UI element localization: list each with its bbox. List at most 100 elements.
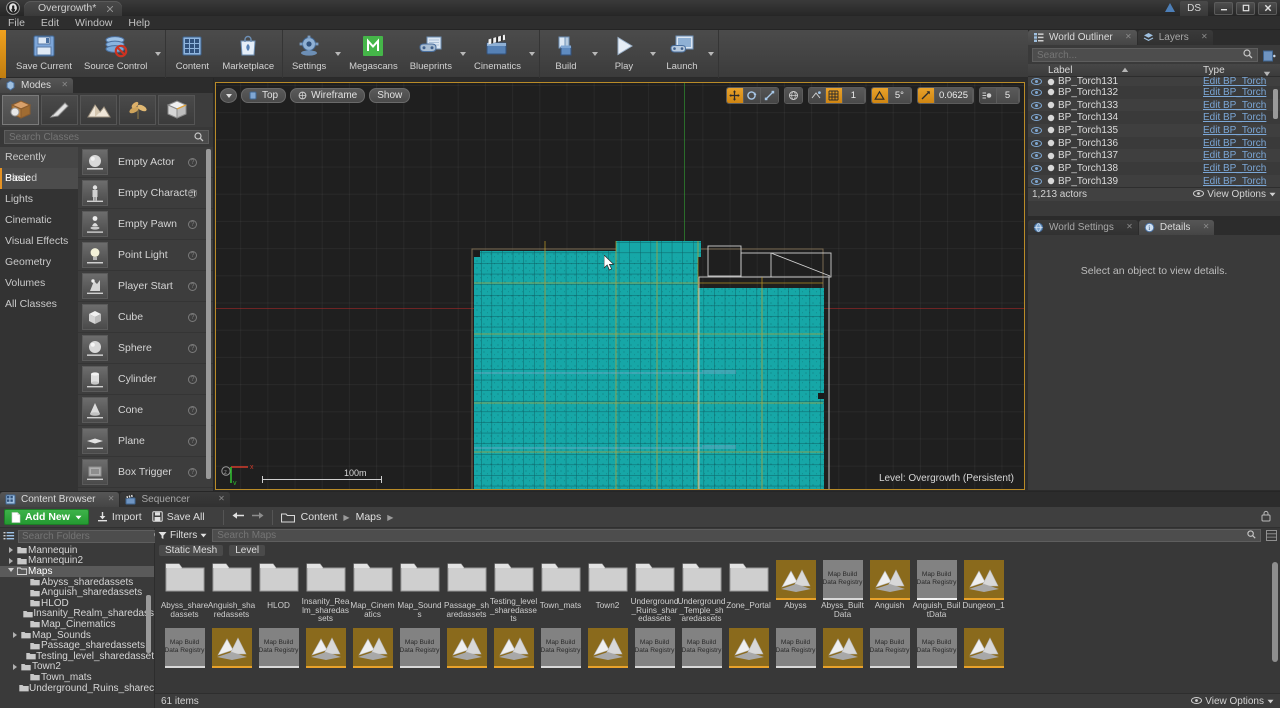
category-lights[interactable]: Lights (0, 189, 78, 210)
marketplace-button[interactable]: Marketplace (216, 30, 280, 78)
chevron-right-icon[interactable] (10, 632, 19, 639)
rotation-snap-value[interactable]: 5° (888, 88, 911, 103)
asset-item[interactable] (443, 628, 490, 668)
actor-type[interactable]: Edit BP_Torch (1203, 163, 1266, 174)
content-button[interactable]: Content (168, 30, 216, 78)
table-row[interactable]: BP_Torch136 Edit BP_Torch (1028, 136, 1280, 150)
asset-item[interactable]: Map Build Data Registry (161, 628, 208, 668)
outliner-add-button[interactable] (1263, 50, 1277, 63)
list-item[interactable]: Sphere ? (78, 333, 213, 364)
table-row[interactable]: BP_Torch137 Edit BP_Torch (1028, 149, 1280, 163)
navigate-forward-button[interactable] (251, 510, 264, 524)
asset-item[interactable]: Underground_Temple_sharedassets (678, 560, 725, 623)
visibility-eye-icon[interactable] (1028, 114, 1044, 122)
place-mode-button[interactable] (2, 95, 39, 125)
scale-snap-value[interactable]: 0.0625 (934, 88, 973, 103)
save-all-button[interactable]: Save All (151, 511, 205, 523)
source-control-button[interactable]: Source Control (78, 30, 153, 78)
menu-file[interactable]: File (0, 16, 33, 30)
menu-help[interactable]: Help (120, 16, 158, 30)
asset-item[interactable] (819, 628, 866, 668)
search-classes-input[interactable] (9, 131, 194, 143)
cinematics-button[interactable]: Cinematics (468, 30, 527, 78)
asset-item[interactable]: Map Build Data Registry Abyss_Built Data (819, 560, 866, 623)
outliner-scrollbar[interactable] (1273, 89, 1278, 119)
tree-node-maps[interactable]: Maps (0, 566, 154, 577)
list-item[interactable]: Cube ? (78, 302, 213, 333)
help-icon[interactable]: ? (188, 281, 197, 291)
visibility-eye-icon[interactable] (1028, 88, 1044, 96)
blueprints-button[interactable]: Blueprints (404, 30, 458, 78)
actor-type[interactable]: Edit BP_Torch (1203, 100, 1266, 111)
column-label[interactable]: Label (1028, 64, 1203, 76)
folder-search-input[interactable] (22, 531, 154, 542)
visibility-eye-icon[interactable] (1028, 78, 1044, 85)
actor-type[interactable]: Edit BP_Torch (1203, 138, 1266, 149)
asset-item[interactable]: Map Build Data Registry (631, 628, 678, 668)
build-dropdown-arrow[interactable] (590, 30, 600, 78)
tab-layers[interactable]: Layers ✕ (1137, 30, 1213, 45)
asset-grid-scrollbar[interactable] (1272, 562, 1278, 662)
chevron-right-icon[interactable] (6, 557, 15, 564)
paint-mode-button[interactable] (41, 95, 78, 125)
asset-item[interactable] (490, 628, 537, 668)
folder-tree-scrollbar[interactable] (146, 595, 151, 653)
list-item[interactable]: Empty Pawn ? (78, 209, 213, 240)
table-row[interactable]: BP_Torch138 Edit BP_Torch (1028, 162, 1280, 175)
table-row[interactable]: BP_Torch131 Edit BP_Torch (1028, 77, 1280, 86)
menu-edit[interactable]: Edit (33, 16, 67, 30)
maximize-button[interactable] (1236, 1, 1255, 15)
launch-button[interactable]: Launch (658, 30, 706, 78)
category-visual-effects[interactable]: Visual Effects (0, 231, 78, 252)
close-button[interactable] (1258, 1, 1277, 15)
content-browser-lock-button[interactable] (1260, 510, 1272, 525)
geometry-editing-mode-button[interactable] (158, 95, 195, 125)
tree-node[interactable]: Town2 (0, 661, 154, 672)
breadcrumb-content[interactable]: Content (301, 511, 338, 523)
landscape-mode-button[interactable] (80, 95, 117, 125)
asset-item[interactable]: Town2 (584, 560, 631, 623)
chevron-right-icon[interactable] (10, 663, 19, 670)
folder-search-box[interactable] (18, 530, 167, 543)
category-all-classes[interactable]: All Classes (0, 294, 78, 315)
navigate-back-button[interactable] (232, 510, 245, 524)
list-item[interactable]: Cylinder ? (78, 364, 213, 395)
chevron-down-icon[interactable] (6, 567, 15, 575)
close-icon[interactable]: ✕ (108, 495, 115, 503)
viewport-viewmode-button[interactable]: Wireframe (290, 88, 366, 103)
grid-snap-toggle[interactable] (825, 88, 843, 103)
actor-type[interactable]: Edit BP_Torch (1203, 112, 1266, 123)
help-icon[interactable]: ? (188, 312, 197, 322)
list-item[interactable]: Empty Actor ? (78, 147, 213, 178)
category-volumes[interactable]: Volumes (0, 273, 78, 294)
filter-chip-static-mesh[interactable]: Static Mesh (159, 544, 224, 556)
camera-speed-value[interactable]: 5 (997, 88, 1019, 103)
asset-item[interactable]: Abyss (772, 560, 819, 623)
help-icon[interactable]: ? (188, 436, 197, 446)
placeables-scrollbar[interactable] (206, 149, 211, 479)
close-icon[interactable]: ✕ (1125, 33, 1132, 41)
launch-dropdown-arrow[interactable] (706, 30, 716, 78)
asset-item[interactable]: Map Build Data Registry (678, 628, 725, 668)
asset-item[interactable]: Anguish (866, 560, 913, 623)
asset-item[interactable] (725, 628, 772, 668)
camera-speed-icon[interactable] (980, 88, 997, 103)
outliner-view-options-button[interactable]: View Options (1193, 189, 1276, 200)
asset-item[interactable]: Abyss_sharedassets (161, 560, 208, 623)
close-icon[interactable]: ✕ (1203, 223, 1210, 231)
asset-item[interactable]: Map Build Data Registry (913, 628, 960, 668)
asset-search-input[interactable] (217, 530, 1247, 541)
asset-item[interactable]: Map Build Data Registry (772, 628, 819, 668)
help-icon[interactable]: ? (188, 374, 197, 384)
import-button[interactable]: Import (97, 511, 142, 523)
filter-chip-level[interactable]: Level (229, 544, 266, 556)
close-icon[interactable]: ✕ (61, 81, 68, 89)
visibility-eye-icon[interactable] (1028, 164, 1044, 172)
filters-button[interactable]: Filters (158, 530, 207, 541)
save-current-button[interactable]: Save Current (10, 30, 78, 78)
asset-grid[interactable]: Abyss_sharedassets Anguish_sharedassets … (155, 560, 1280, 692)
outliner-search-input[interactable] (1037, 49, 1243, 61)
table-row[interactable]: BP_Torch135 Edit BP_Torch (1028, 124, 1280, 137)
asset-item[interactable]: Map_Sounds (396, 560, 443, 623)
category-geometry[interactable]: Geometry (0, 252, 78, 273)
